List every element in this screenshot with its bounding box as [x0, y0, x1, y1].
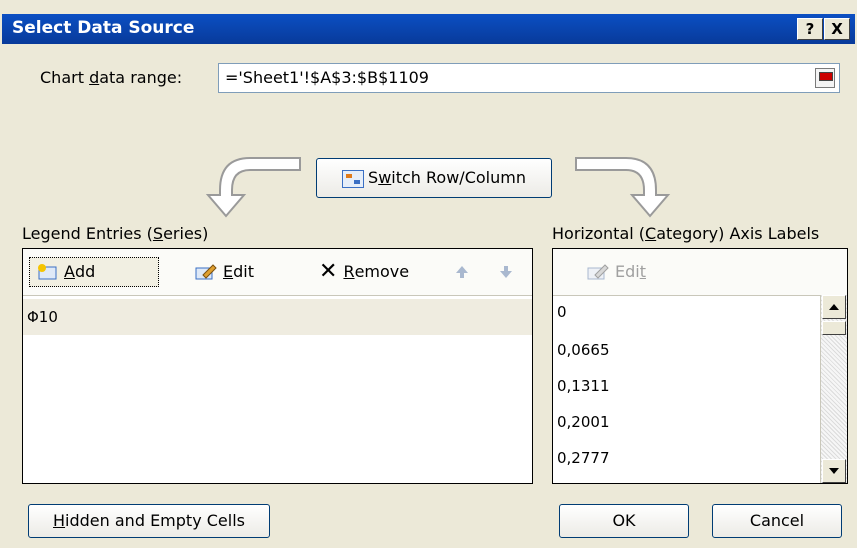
scroll-up-button[interactable] [822, 295, 846, 319]
remove-x-icon: ✕ [319, 259, 338, 284]
axis-label-item: 0,0665 [557, 341, 610, 359]
legend-entries-title: Legend Entries (Series) [22, 224, 209, 243]
move-down-arrow-icon [500, 266, 512, 278]
ok-button[interactable]: OK [559, 504, 689, 538]
select-data-source-dialog: Select Data Source ? X Chart data range:… [0, 0, 857, 548]
right-curved-arrow-icon [575, 157, 671, 218]
chart-data-range-input[interactable]: ='Sheet1'!$A$3:$B$1109 [218, 63, 840, 93]
left-curved-arrow-icon [205, 157, 301, 218]
legend-entries-panel: Add Edit ✕ Remove Φ10 [22, 248, 533, 484]
move-down-button[interactable] [499, 257, 513, 287]
axis-labels-title: Horizontal (Category) Axis Labels [552, 224, 820, 243]
add-series-button[interactable]: Add [29, 257, 159, 287]
add-series-icon [38, 264, 57, 280]
axis-labels-panel: Edi t 0 0,0665 0,1311 0,2001 0,2777 [552, 248, 848, 484]
edit-axis-icon [587, 264, 609, 280]
edit-axis-labels-button[interactable]: Edi t [587, 257, 646, 287]
move-up-arrow-icon [456, 266, 468, 278]
axis-label-item: 0 [557, 303, 567, 321]
switch-row-column-icon [342, 169, 365, 188]
help-button[interactable]: ? [797, 18, 823, 40]
scroll-up-arrow-icon [829, 304, 839, 310]
scroll-down-arrow-icon [829, 468, 839, 474]
axis-label-item: 0,1311 [557, 377, 610, 395]
dialog-title: Select Data Source [12, 18, 195, 38]
move-up-button[interactable] [455, 257, 469, 287]
title-bar: Select Data Source ? X [2, 14, 855, 44]
edit-series-icon [195, 264, 217, 280]
scroll-down-button[interactable] [822, 459, 846, 483]
scroll-thumb[interactable] [822, 321, 846, 335]
chart-data-range-label: Chart data range: [40, 68, 183, 87]
range-picker-icon[interactable] [815, 68, 835, 88]
edit-series-button[interactable]: Edit [195, 257, 254, 287]
chart-data-range-value: ='Sheet1'!$A$3:$B$1109 [225, 68, 429, 87]
hidden-empty-cells-button[interactable]: Hidden and Empty Cells [28, 504, 270, 538]
axis-label-item: 0,2777 [557, 449, 610, 467]
axis-toolbar: Edi t [553, 249, 847, 296]
switch-row-column-button[interactable]: Switch Row/Column [316, 158, 552, 198]
axis-labels-scrollbar[interactable] [820, 295, 847, 483]
close-button[interactable]: X [824, 18, 850, 40]
remove-series-button[interactable]: ✕ Remove [319, 257, 409, 287]
legend-toolbar: Add Edit ✕ Remove [23, 249, 532, 296]
series-list-item[interactable]: Φ10 [23, 299, 532, 335]
axis-label-item: 0,2001 [557, 413, 610, 431]
cancel-button[interactable]: Cancel [712, 504, 842, 538]
